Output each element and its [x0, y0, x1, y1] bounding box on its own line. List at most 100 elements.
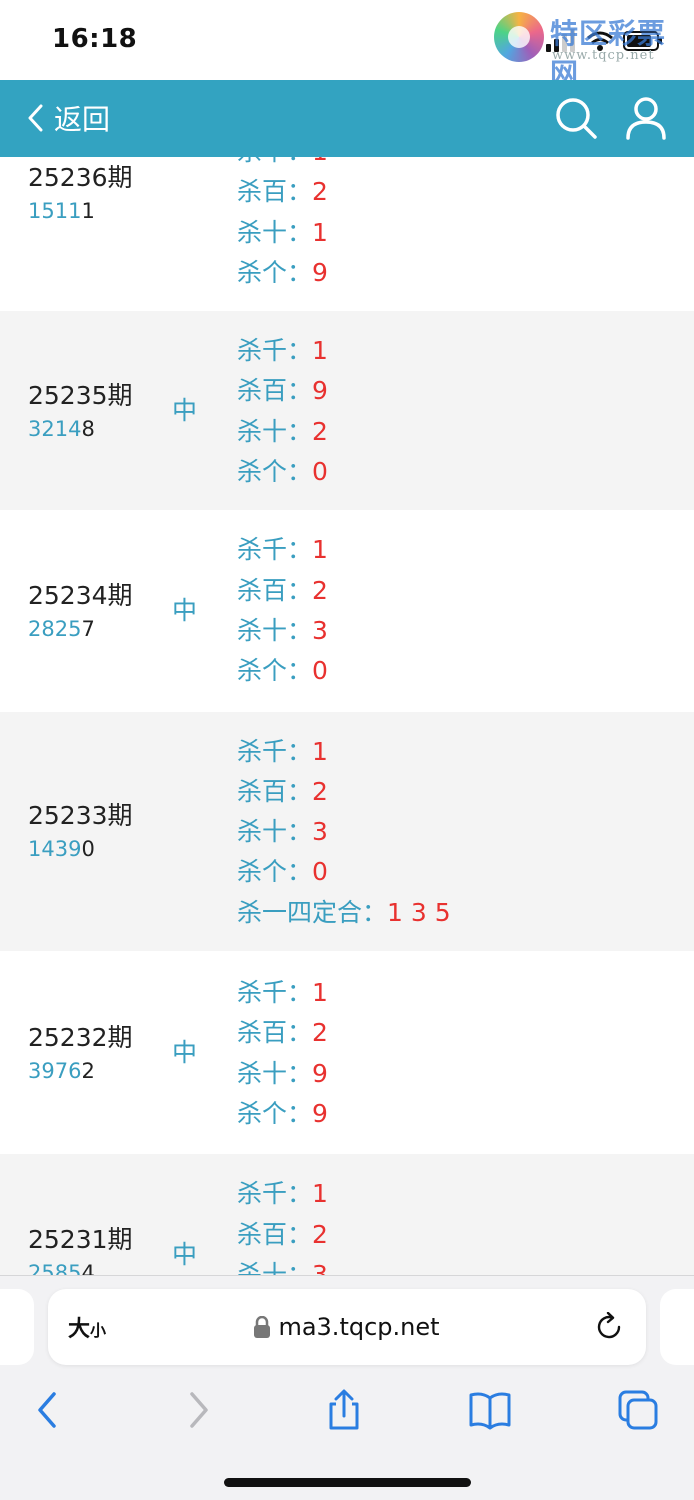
search-icon[interactable] [554, 96, 598, 140]
draw-number-rest: 4 [81, 1260, 95, 1275]
kill-label: 杀千： [237, 736, 313, 766]
kill-item: 杀个：9 [237, 1094, 694, 1134]
period-label: 25232期 [28, 1022, 133, 1052]
period-label: 25235期 [28, 380, 133, 410]
kill-item: 杀十：3 [237, 812, 694, 852]
kill-value: 1 [312, 736, 328, 766]
kill-label: 杀百： [237, 776, 313, 806]
kill-item: 杀百：9 [237, 371, 694, 411]
kill-label: 杀个： [237, 257, 313, 287]
draw-number-highlight: 3976 [28, 1058, 82, 1083]
address-bar[interactable]: 大小 ma3.tqcp.net [48, 1289, 646, 1365]
kill-label: 杀千： [237, 157, 312, 166]
kill-item: 杀十：3 [237, 611, 694, 651]
kill-item: 杀百：2 [237, 571, 694, 611]
kill-value: 9 [312, 376, 328, 406]
period-info: 25235期 32148 [28, 311, 133, 510]
bookmarks-icon[interactable] [468, 1388, 512, 1432]
kill-value: 0 [312, 857, 328, 887]
draw-number-highlight: 1439 [28, 837, 82, 862]
period-row: 25233期 14390 杀千：1 杀百：2 杀十：3 杀个：0 杀一四定合：1 3 5 [0, 711, 694, 952]
kill-value: 2 [312, 1219, 328, 1249]
kill-item: 杀一四定合：1 3 5 [237, 893, 694, 933]
kill-label: 杀十： [237, 1058, 313, 1088]
kill-label: 杀百： [237, 1018, 313, 1048]
draw-number-highlight: 3214 [28, 416, 82, 441]
kill-item: 杀百：2 [237, 1013, 694, 1053]
kill-item: 杀千：1 [237, 1174, 694, 1214]
lock-icon [254, 1316, 271, 1338]
kill-label: 杀个： [237, 457, 313, 487]
kill-label: 杀百： [237, 1219, 313, 1249]
previous-tab-peek[interactable] [0, 1289, 34, 1365]
reload-icon[interactable] [594, 1312, 624, 1342]
period-row: 25236期15111杀千：1杀百：2杀十：1杀个：9 [0, 157, 694, 311]
forward-nav-icon[interactable] [176, 1388, 220, 1432]
kill-item: 杀个：0 [237, 452, 694, 492]
period-row: 25235期 32148 中杀千：1 杀百：9 杀十：2 杀个：0 [0, 311, 694, 511]
user-icon[interactable] [624, 96, 668, 140]
kill-value: 1 [312, 217, 328, 247]
share-icon[interactable] [322, 1388, 366, 1432]
draw-number-highlight: 2585 [28, 1260, 82, 1275]
draw-number: 15111 [28, 196, 133, 226]
kill-item: 杀个：0 [237, 852, 694, 892]
chevron-left-icon [28, 104, 43, 132]
status-bar: 16:18 特区彩票网 www.tqcp.net [0, 0, 694, 90]
kill-label: 杀个： [237, 656, 313, 686]
kill-item: 杀百：2 [237, 172, 694, 212]
period-label: 25231期 [28, 1224, 133, 1254]
draw-number-rest: 0 [81, 837, 95, 862]
url-text: ma3.tqcp.net [278, 1313, 440, 1341]
kill-item: 杀千：1 [237, 157, 694, 172]
kill-label: 杀十： [237, 615, 313, 645]
url-container: ma3.tqcp.net [48, 1289, 646, 1365]
watermark-url: www.tqcp.net [552, 48, 655, 63]
kill-item: 杀个：9 [237, 253, 694, 293]
period-info: 25236期 15111 [28, 157, 133, 226]
period-label: 25233期 [28, 801, 133, 831]
kill-value: 2 [312, 575, 328, 605]
kill-value: 1 [312, 1179, 328, 1209]
site-watermark: 特区彩票网 www.tqcp.net [494, 10, 690, 90]
back-button[interactable]: 返回 [26, 96, 110, 140]
kill-value: 1 [312, 978, 328, 1008]
kill-value: 2 [312, 776, 328, 806]
period-label: 25236期 [28, 163, 133, 192]
kill-value: 0 [312, 457, 328, 487]
hit-badge: 中 [172, 1239, 198, 1269]
kill-item: 杀十：2 [237, 412, 694, 452]
page-header: 返回 [0, 80, 694, 157]
back-nav-icon[interactable] [26, 1388, 70, 1432]
kill-value: 3 [312, 1259, 328, 1275]
home-indicator[interactable] [224, 1478, 471, 1487]
hit-badge: 中 [172, 595, 198, 625]
kill-value: 9 [312, 1058, 328, 1088]
kill-value: 2 [312, 1018, 328, 1048]
kill-label: 杀十： [237, 817, 313, 847]
kill-item: 杀百：2 [237, 1215, 694, 1255]
kill-label: 杀个： [237, 857, 313, 887]
back-label: 返回 [54, 103, 111, 136]
prediction-list[interactable]: 25236期15111杀千：1杀百：2杀十：1杀个：925235期32148中杀… [0, 157, 694, 1275]
period-info: 25231期 25854 [28, 1154, 133, 1275]
kill-label: 杀千： [237, 336, 313, 366]
kill-label: 杀千： [237, 535, 313, 565]
draw-number: 39762 [28, 1056, 133, 1086]
draw-number-rest: 7 [81, 616, 95, 641]
next-tab-peek[interactable] [660, 1289, 694, 1365]
status-time: 16:18 [52, 24, 138, 54]
kill-value: 3 [312, 817, 328, 847]
browser-toolbar: 大小 ma3.tqcp.net [0, 1275, 694, 1500]
period-info: 25233期 14390 [28, 712, 133, 951]
period-row: 25232期 39762 中杀千：1 杀百：2 杀十：9 杀个：9 [0, 951, 694, 1154]
draw-number: 25854 [28, 1258, 133, 1275]
kill-value: 1 [312, 336, 328, 366]
draw-number: 32148 [28, 414, 133, 444]
kill-value: 2 [312, 416, 328, 446]
tabs-icon[interactable] [616, 1388, 660, 1432]
kill-value: 9 [312, 1098, 328, 1128]
hit-badge: 中 [172, 395, 198, 425]
kill-label: 杀千： [237, 1179, 313, 1209]
draw-number: 14390 [28, 834, 133, 864]
